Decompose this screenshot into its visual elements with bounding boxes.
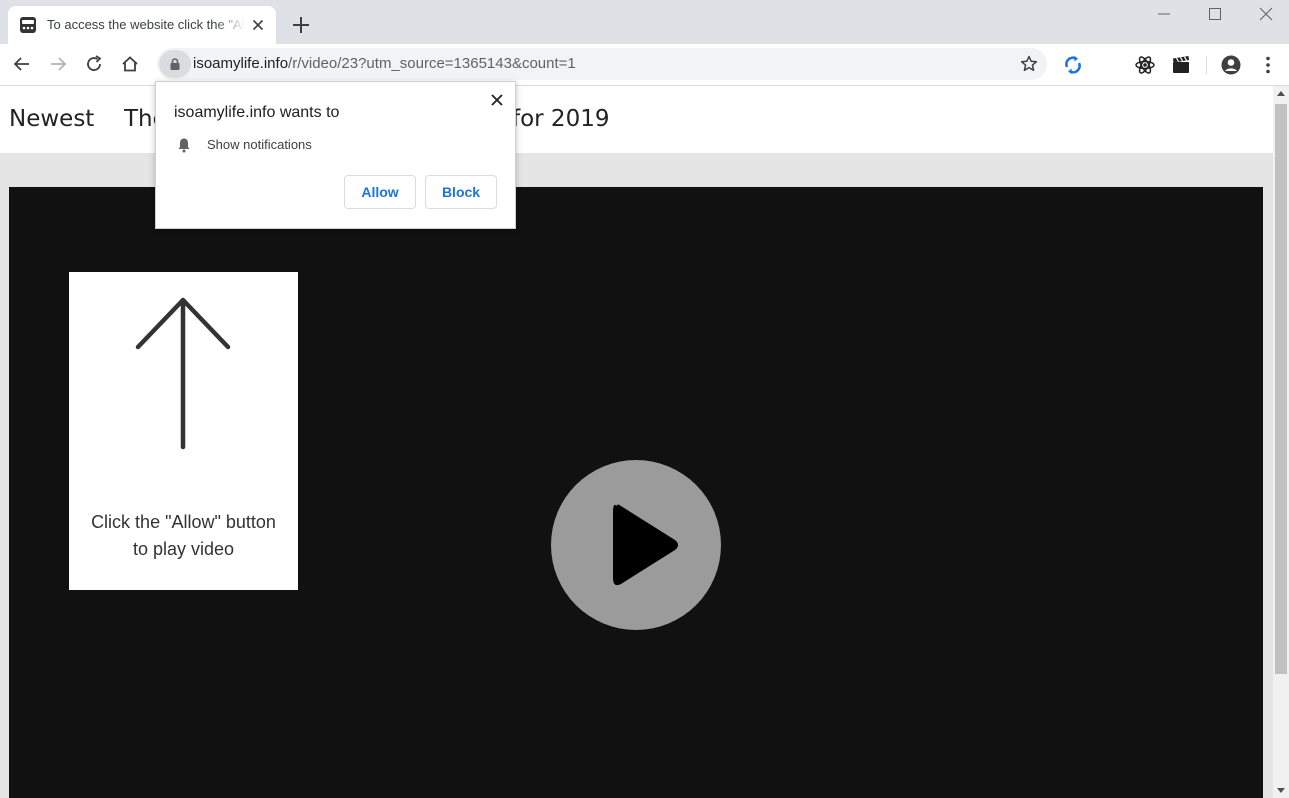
permission-item: Show notifications xyxy=(207,137,312,152)
scroll-up-arrow-icon[interactable] xyxy=(1277,90,1285,98)
lock-icon xyxy=(170,58,180,70)
close-icon[interactable] xyxy=(489,92,505,108)
toolbar-divider xyxy=(1206,56,1207,74)
sync-extension-icon[interactable] xyxy=(1062,54,1084,76)
maximize-icon[interactable] xyxy=(1205,4,1225,24)
permission-title: isoamylife.info wants to xyxy=(174,104,340,121)
allow-hint-text: Click the "Allow" button to play video xyxy=(69,509,298,563)
url-text[interactable]: isoamylife.info/r/video/23?utm_source=13… xyxy=(193,55,576,72)
more-menu-icon[interactable] xyxy=(1257,54,1279,76)
window-close-icon[interactable] xyxy=(1256,4,1276,24)
tab-strip: To access the website click the "Allow" … xyxy=(0,0,1289,44)
notification-permission-popup: isoamylife.info wants to Show notificati… xyxy=(155,81,516,229)
arrow-up-icon xyxy=(135,297,231,450)
video-player[interactable]: Click the "Allow" button to play video xyxy=(9,187,1263,798)
tab-title: To access the website click the "Allow" … xyxy=(47,17,245,32)
nav-item-newest[interactable]: Newest xyxy=(9,106,94,132)
browser-toolbar: isoamylife.info/r/video/23?utm_source=13… xyxy=(0,44,1289,86)
allow-hint-box: Click the "Allow" button to play video xyxy=(69,272,298,590)
bookmark-star-icon[interactable] xyxy=(1019,54,1039,74)
back-arrow-icon[interactable] xyxy=(12,54,32,74)
site-info-button[interactable] xyxy=(159,50,191,78)
clapperboard-extension-icon[interactable] xyxy=(1170,54,1192,76)
address-bar[interactable]: isoamylife.info/r/video/23?utm_source=13… xyxy=(157,48,1047,80)
page-scrollbar[interactable] xyxy=(1273,86,1289,798)
url-path: /r/video/23?utm_source=1365143&count=1 xyxy=(288,55,576,72)
play-icon xyxy=(613,504,678,586)
allow-button[interactable]: Allow xyxy=(344,175,416,209)
block-button[interactable]: Block xyxy=(425,175,497,209)
hint-line-1: Click the "Allow" button xyxy=(91,512,276,532)
atom-extension-icon[interactable] xyxy=(1134,54,1156,76)
video-player-icon xyxy=(20,17,36,33)
scroll-thumb[interactable] xyxy=(1275,104,1287,674)
bell-icon xyxy=(178,138,190,153)
hint-line-2: to play video xyxy=(132,539,235,559)
forward-arrow-icon[interactable] xyxy=(48,54,68,74)
home-icon[interactable] xyxy=(120,54,140,74)
new-tab-icon[interactable] xyxy=(291,15,311,35)
browser-tab[interactable]: To access the website click the "Allow" … xyxy=(8,6,276,44)
play-button[interactable] xyxy=(551,460,721,630)
close-tab-icon[interactable] xyxy=(250,17,266,33)
reload-icon[interactable] xyxy=(84,54,104,74)
scroll-down-arrow-icon[interactable] xyxy=(1277,786,1285,794)
minimize-icon[interactable] xyxy=(1154,4,1174,24)
nav-item-2019[interactable]: for 2019 xyxy=(512,106,609,132)
url-host: isoamylife.info xyxy=(193,55,289,72)
profile-avatar-icon[interactable] xyxy=(1220,54,1242,76)
